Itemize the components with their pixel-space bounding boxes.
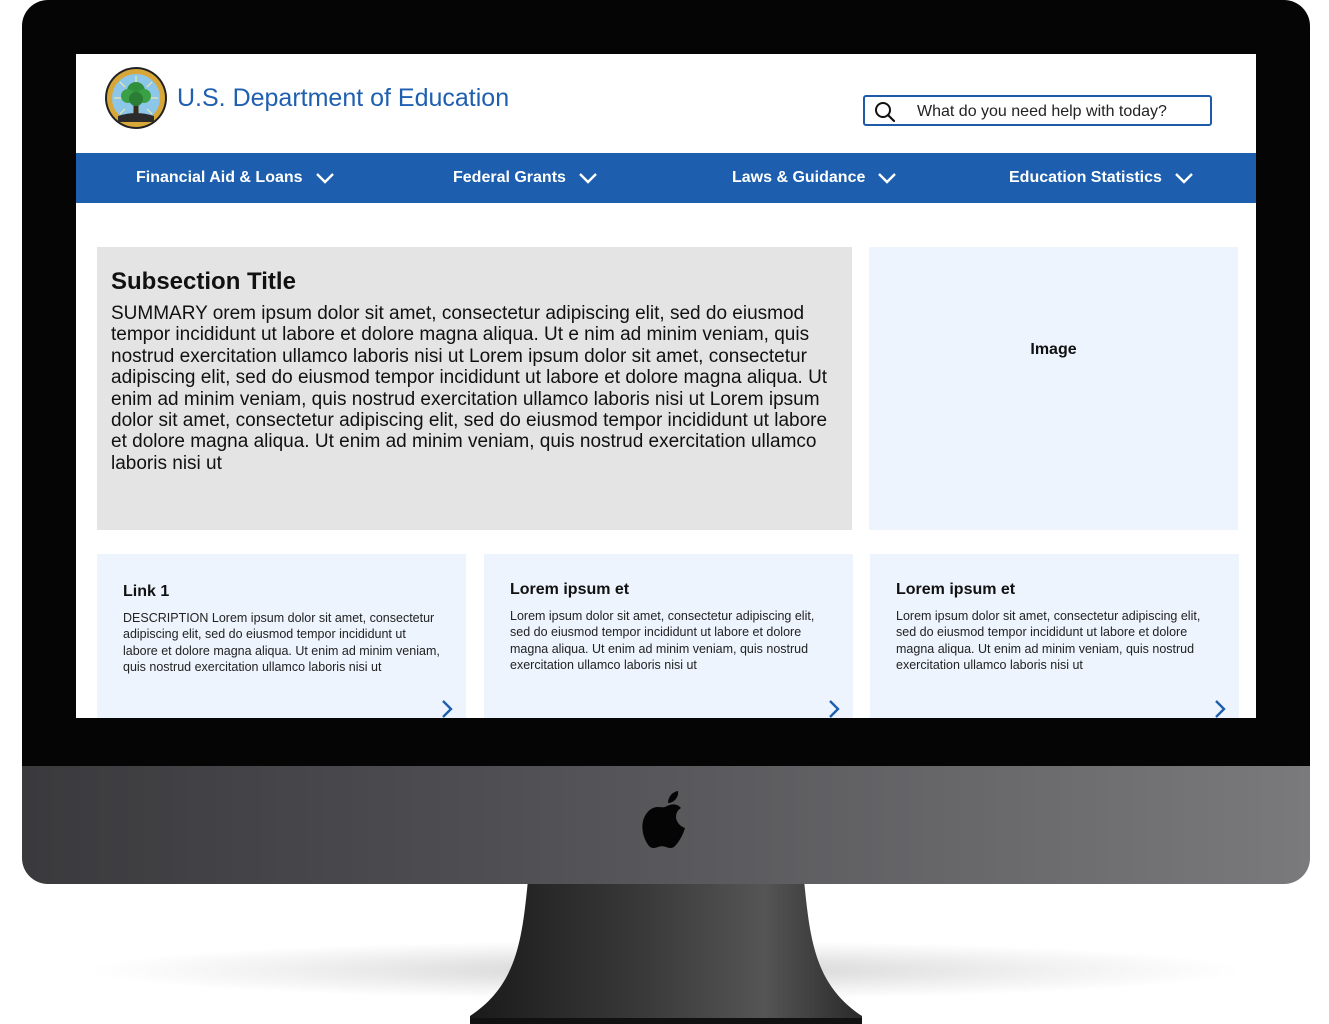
- section-summary: SUMMARY orem ipsum dolor sit amet, conse…: [111, 303, 828, 474]
- site-header: U.S. Department of Education: [76, 54, 1256, 153]
- nav-item-federal-grants[interactable]: Federal Grants: [453, 153, 598, 203]
- search-icon[interactable]: [874, 101, 896, 123]
- main-navigation: Financial Aid & Loans Federal Grants Law…: [76, 153, 1256, 203]
- monitor-stand: [470, 880, 862, 1024]
- browser-screen: U.S. Department of Education Financial A…: [76, 54, 1256, 718]
- nav-item-laws-guidance[interactable]: Laws & Guidance: [732, 153, 897, 203]
- link-card-3[interactable]: Lorem ipsum et Lorem ipsum dolor sit ame…: [870, 554, 1239, 718]
- summary-section: Subsection Title SUMMARY orem ipsum dolo…: [97, 247, 852, 530]
- card-description: Lorem ipsum dolor sit amet, consectetur …: [896, 609, 1201, 672]
- site-title[interactable]: U.S. Department of Education: [177, 84, 509, 113]
- nav-item-label: Financial Aid & Loans: [136, 169, 303, 186]
- chevron-down-icon: [1175, 173, 1193, 184]
- card-title: Lorem ipsum et: [510, 581, 630, 598]
- nav-item-label: Federal Grants: [453, 169, 566, 186]
- card-description: Lorem ipsum dolor sit amet, consectetur …: [510, 609, 815, 672]
- chevron-down-icon: [878, 173, 897, 184]
- section-title: Subsection Title: [111, 268, 296, 295]
- card-description: DESCRIPTION Lorem ipsum dolor sit amet, …: [123, 611, 440, 674]
- nav-item-label: Laws & Guidance: [732, 169, 866, 186]
- card-title: Lorem ipsum et: [896, 581, 1016, 598]
- chevron-down-icon: [579, 173, 597, 184]
- chevron-right-icon[interactable]: [827, 699, 841, 718]
- nav-item-financial-aid[interactable]: Financial Aid & Loans: [136, 153, 335, 203]
- link-card-1[interactable]: Link 1 DESCRIPTION Lorem ipsum dolor sit…: [97, 554, 466, 718]
- search-input[interactable]: [915, 100, 1209, 124]
- apple-logo-icon: [642, 791, 685, 848]
- search-box[interactable]: [863, 95, 1212, 126]
- nav-item-education-statistics[interactable]: Education Statistics: [1009, 153, 1194, 203]
- card-title: Link 1: [123, 583, 170, 600]
- nav-item-label: Education Statistics: [1009, 169, 1162, 186]
- chevron-right-icon[interactable]: [440, 699, 454, 718]
- chevron-right-icon[interactable]: [1213, 699, 1227, 718]
- chevron-down-icon: [315, 173, 334, 184]
- image-placeholder: Image: [869, 247, 1238, 530]
- link-card-2[interactable]: Lorem ipsum et Lorem ipsum dolor sit ame…: [484, 554, 853, 718]
- image-placeholder-label: Image: [1030, 340, 1077, 358]
- department-seal-icon[interactable]: [104, 66, 168, 130]
